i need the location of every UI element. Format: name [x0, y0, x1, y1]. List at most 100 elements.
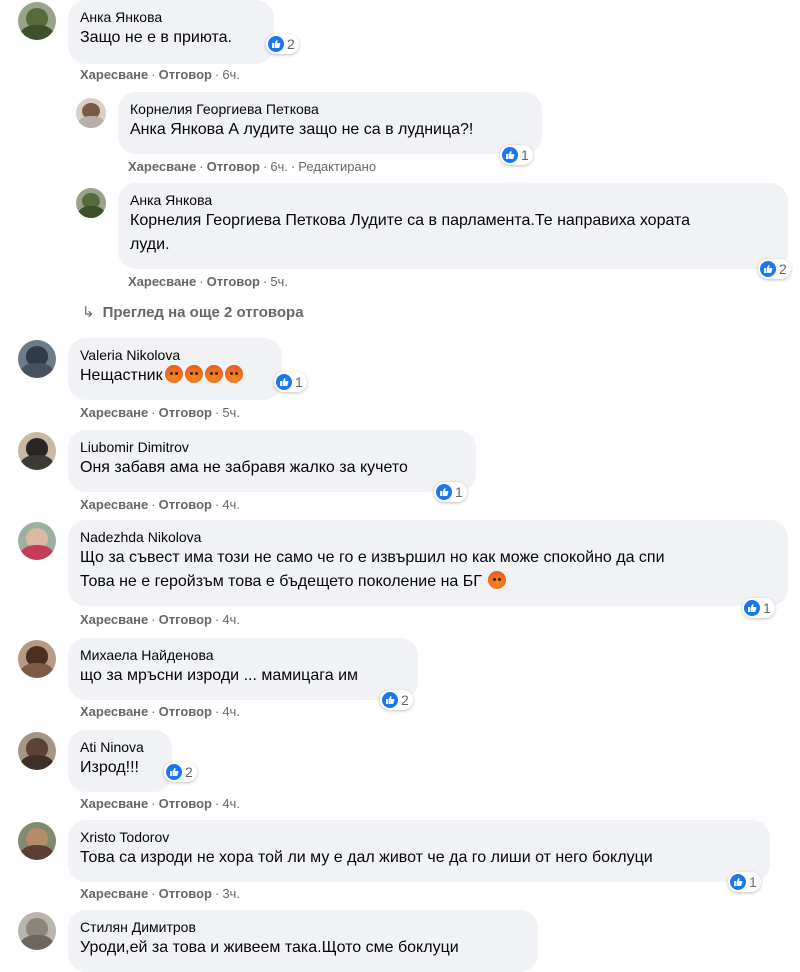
- comment-text-line: Що за съвест има този не само че го е из…: [80, 549, 665, 566]
- comment-bubble: Корнелия Георгиева Петкова Анка Янкова А…: [118, 92, 542, 154]
- comment-time[interactable]: 3ч.: [222, 886, 240, 901]
- avatar[interactable]: [18, 340, 56, 378]
- reaction-count[interactable]: 1: [742, 598, 775, 618]
- avatar[interactable]: [18, 522, 56, 560]
- comment-time[interactable]: 5ч.: [222, 405, 240, 420]
- comment-actions: Харесване · Отговор · 4ч.: [80, 497, 240, 512]
- comment-time[interactable]: 4ч.: [222, 796, 240, 811]
- comment-actions: Харесване · Отговор · 5ч.: [128, 274, 288, 289]
- reply-button[interactable]: Отговор: [159, 497, 212, 512]
- edited-label: Редактирано: [298, 159, 377, 174]
- like-count: 1: [749, 874, 757, 890]
- reaction-count[interactable]: 2: [164, 762, 197, 782]
- like-button[interactable]: Харесване: [80, 704, 148, 719]
- comment-bubble: Xristo Todorov Това са изроди не хора то…: [68, 820, 770, 882]
- avatar[interactable]: [18, 2, 56, 40]
- comment-time[interactable]: 5ч.: [270, 274, 288, 289]
- comment-author[interactable]: Анка Янкова: [130, 191, 776, 209]
- reaction-count[interactable]: 2: [758, 259, 791, 279]
- angry-icon: [224, 365, 243, 383]
- comment-text-line: Това не е геройзъм това е бъдещето покол…: [80, 570, 776, 594]
- reaction-count[interactable]: 1: [274, 372, 307, 392]
- like-button[interactable]: Харесване: [80, 405, 148, 420]
- comment-author[interactable]: Liubomir Dimitrov: [80, 438, 464, 456]
- view-more-replies-link[interactable]: ↳ Преглед на още 2 отговора: [82, 303, 304, 321]
- comment-author[interactable]: Xristo Todorov: [80, 828, 758, 846]
- like-button[interactable]: Харесване: [80, 67, 148, 82]
- avatar[interactable]: [76, 188, 106, 218]
- reply-button[interactable]: Отговор: [207, 274, 260, 289]
- reply-button[interactable]: Отговор: [159, 796, 212, 811]
- reply-button[interactable]: Отговор: [207, 159, 260, 174]
- avatar[interactable]: [18, 822, 56, 860]
- like-count: 1: [295, 374, 303, 390]
- reply-button[interactable]: Отговор: [159, 886, 212, 901]
- comment-author[interactable]: Михаела Найденова: [80, 646, 406, 664]
- angry-icon: [164, 365, 183, 383]
- view-more-replies-label: Преглед на още 2 отговора: [102, 304, 304, 321]
- like-count: 2: [779, 261, 787, 277]
- reply-arrow-icon: ↳: [82, 304, 95, 321]
- like-icon: [166, 764, 182, 780]
- comment-author[interactable]: Стилян Димитров: [80, 918, 526, 936]
- comment-text: Защо не е в приюта.: [80, 29, 232, 46]
- like-count: 2: [401, 692, 409, 708]
- reaction-count[interactable]: 2: [380, 690, 413, 710]
- comment-bubble: Liubomir Dimitrov Оня забавя ама не забр…: [68, 430, 476, 492]
- comment-text: Оня забавя ама не забравя жалко за кучет…: [80, 459, 408, 476]
- comment-text: Нещастник: [80, 364, 270, 388]
- angry-icon: [488, 571, 507, 589]
- comment-time[interactable]: 4ч.: [222, 497, 240, 512]
- comment-author[interactable]: Анка Янкова: [80, 8, 262, 26]
- comment-actions: Харесване · Отговор · 3ч.: [80, 886, 240, 901]
- angry-icon: [204, 365, 223, 383]
- comment-actions: Харесване · Отговор · 4ч.: [80, 612, 240, 627]
- like-button[interactable]: Харесване: [80, 612, 148, 627]
- angry-icon: [184, 365, 203, 383]
- like-icon: [268, 36, 284, 52]
- like-button[interactable]: Харесване: [80, 886, 148, 901]
- comment-actions: Харесване · Отговор · 5ч.: [80, 405, 240, 420]
- reply-button[interactable]: Отговор: [159, 67, 212, 82]
- comment-time[interactable]: 4ч.: [222, 612, 240, 627]
- like-icon: [744, 600, 760, 616]
- avatar[interactable]: [18, 912, 56, 950]
- reply-button[interactable]: Отговор: [159, 405, 212, 420]
- like-button[interactable]: Харесване: [128, 274, 196, 289]
- comment-text: Това са изроди не хора той ли му е дал ж…: [80, 849, 653, 866]
- like-icon: [436, 484, 452, 500]
- comment-actions: Харесване · Отговор · 6ч. · Редактирано: [128, 159, 377, 174]
- reply-button[interactable]: Отговор: [159, 704, 212, 719]
- comment-time[interactable]: 6ч.: [270, 159, 288, 174]
- comment-text: Уроди,ей за това и живеем така.Щото сме …: [80, 939, 459, 956]
- reaction-count[interactable]: 2: [266, 34, 299, 54]
- reply-button[interactable]: Отговор: [159, 612, 212, 627]
- like-count: 1: [455, 484, 463, 500]
- avatar[interactable]: [18, 432, 56, 470]
- avatar[interactable]: [18, 640, 56, 678]
- reaction-count[interactable]: 1: [434, 482, 467, 502]
- avatar[interactable]: [18, 732, 56, 770]
- comment-text-line: луди.: [130, 236, 170, 253]
- like-count: 1: [763, 600, 771, 616]
- comment-time[interactable]: 6ч.: [222, 67, 240, 82]
- comment-bubble: Valeria Nikolova Нещастник: [68, 338, 282, 400]
- like-button[interactable]: Харесване: [80, 497, 148, 512]
- comment-text: Изрод!!!: [80, 759, 139, 776]
- like-button[interactable]: Харесване: [80, 796, 148, 811]
- comment-author[interactable]: Ati Ninova: [80, 738, 160, 756]
- comment-author[interactable]: Nadezhda Nikolova: [80, 528, 776, 546]
- like-icon: [276, 374, 292, 390]
- like-icon: [502, 147, 518, 163]
- like-button[interactable]: Харесване: [128, 159, 196, 174]
- comment-text-content: Нещастник: [80, 367, 163, 384]
- comment-time[interactable]: 4ч.: [222, 704, 240, 719]
- avatar[interactable]: [76, 98, 106, 128]
- like-count: 2: [287, 36, 295, 52]
- comment-bubble: Nadezhda Nikolova Що за съвест има този …: [68, 520, 788, 606]
- comment-author[interactable]: Корнелия Георгиева Петкова: [130, 100, 530, 118]
- comment-author[interactable]: Valeria Nikolova: [80, 346, 270, 364]
- reaction-count[interactable]: 1: [728, 872, 761, 892]
- like-icon: [730, 874, 746, 890]
- reaction-count[interactable]: 1: [500, 145, 533, 165]
